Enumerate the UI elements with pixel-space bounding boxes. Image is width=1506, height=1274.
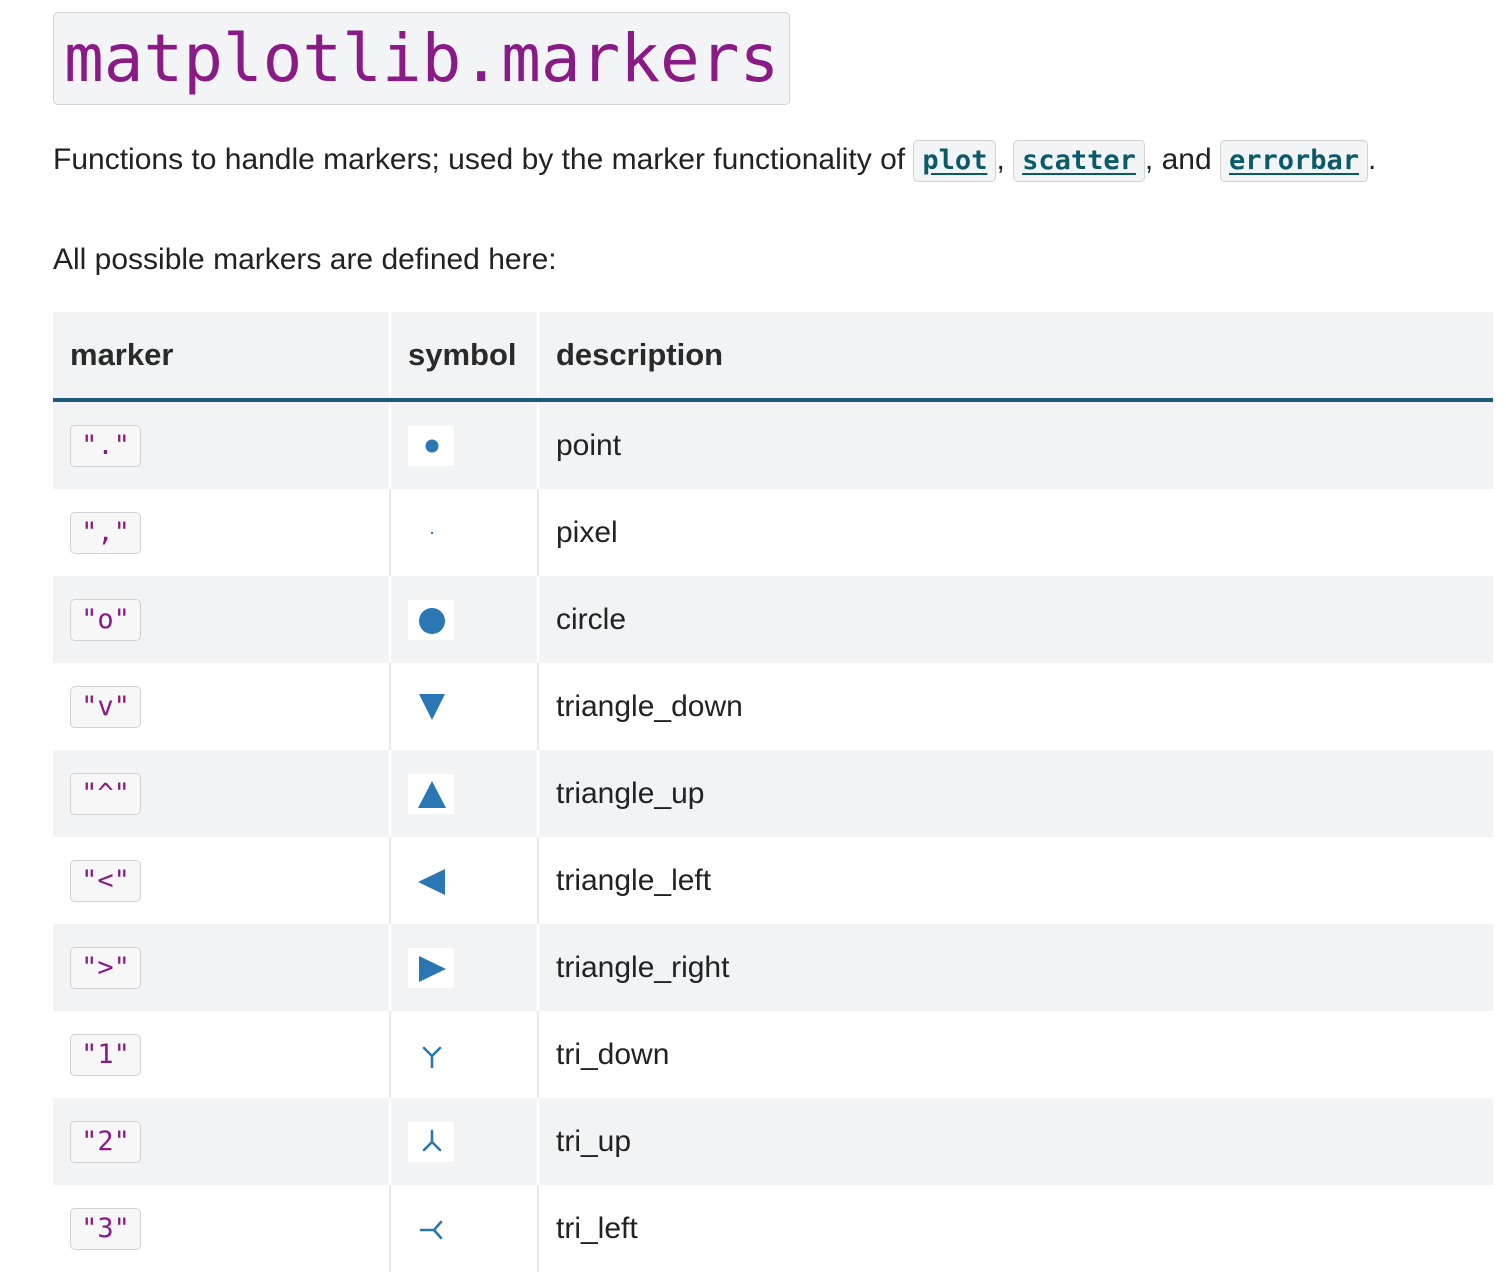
description-cell: triangle_down (538, 663, 1493, 750)
tri-down-icon (408, 1034, 454, 1075)
marker-cell: "1" (53, 1011, 391, 1098)
tri-left-icon (408, 1208, 454, 1249)
symbol-cell (390, 489, 539, 576)
marker-cell: "^" (53, 750, 391, 837)
table-row: "3" tri_left (53, 1185, 1493, 1272)
symbol-cell (390, 924, 539, 1011)
header-symbol: symbol (390, 312, 539, 402)
table-header-row: marker symbol description (53, 312, 1493, 402)
intro-prefix: Functions to handle markers; used by the… (53, 143, 914, 176)
description-cell: triangle_up (538, 750, 1493, 837)
marker-code: "2" (70, 1120, 141, 1163)
marker-cell: "," (53, 489, 391, 576)
intro-suffix: . (1368, 143, 1377, 176)
marker-code: "3" (70, 1207, 141, 1250)
point-icon (408, 425, 454, 466)
markers-table: marker symbol description "." point "," (53, 312, 1493, 1272)
symbol-cell (390, 663, 539, 750)
description-cell: triangle_right (538, 924, 1493, 1011)
page-title-box: matplotlib.markers (53, 12, 791, 105)
tri-up-icon (408, 1121, 454, 1162)
marker-code: "1" (70, 1033, 141, 1076)
table-row: "o" circle (53, 576, 1493, 663)
errorbar-link[interactable]: errorbar (1219, 140, 1369, 183)
table-row: "," pixel (53, 489, 1493, 576)
description-cell: triangle_left (538, 837, 1493, 924)
marker-code: ">" (70, 946, 141, 989)
marker-cell: "v" (53, 663, 391, 750)
intro-sep-2: , and (1144, 143, 1220, 176)
marker-code: "," (70, 511, 141, 554)
header-description: description (538, 312, 1493, 402)
marker-code: "v" (70, 685, 141, 728)
plot-link[interactable]: plot (913, 140, 997, 183)
description-cell: tri_down (538, 1011, 1493, 1098)
table-row: "1" tri_down (53, 1011, 1493, 1098)
triangle-right-icon (408, 947, 454, 988)
marker-cell: "2" (53, 1098, 391, 1185)
pixel-icon (408, 512, 454, 553)
symbol-cell (390, 400, 539, 489)
description-cell: circle (538, 576, 1493, 663)
marker-code: "o" (70, 598, 141, 641)
triangle-up-icon (408, 773, 454, 814)
marker-cell: "." (53, 400, 391, 489)
symbol-cell (390, 1098, 539, 1185)
marker-code: "." (70, 424, 141, 467)
marker-cell: "<" (53, 837, 391, 924)
doc-page: matplotlib.markers Functions to handle m… (53, 12, 1493, 1272)
symbol-cell (390, 576, 539, 663)
table-row: "^" triangle_up (53, 750, 1493, 837)
table-row: "2" tri_up (53, 1098, 1493, 1185)
scatter-link[interactable]: scatter (1013, 140, 1145, 183)
description-cell: tri_up (538, 1098, 1493, 1185)
triangle-left-icon (408, 860, 454, 901)
symbol-cell (390, 750, 539, 837)
symbol-cell (390, 1185, 539, 1272)
marker-code: "<" (70, 859, 141, 902)
description-cell: pixel (538, 489, 1493, 576)
marker-cell: ">" (53, 924, 391, 1011)
table-row: "v" triangle_down (53, 663, 1493, 750)
triangle-down-icon (408, 686, 454, 727)
description-cell: point (538, 400, 1493, 489)
marker-code: "^" (70, 772, 141, 815)
page-title: matplotlib.markers (64, 20, 780, 97)
header-marker: marker (53, 312, 391, 402)
symbol-cell (390, 837, 539, 924)
description-cell: tri_left (538, 1185, 1493, 1272)
marker-cell: "3" (53, 1185, 391, 1272)
markers-intro: All possible markers are defined here: (53, 243, 557, 276)
symbol-cell (390, 1011, 539, 1098)
table-row: "<" triangle_left (53, 837, 1493, 924)
table-row: ">" triangle_right (53, 924, 1493, 1011)
table-row: "." point (53, 400, 1493, 489)
intro-paragraph: Functions to handle markers; used by the… (53, 140, 1377, 183)
intro-sep-1: , (996, 143, 1014, 176)
circle-icon (408, 599, 454, 640)
marker-cell: "o" (53, 576, 391, 663)
